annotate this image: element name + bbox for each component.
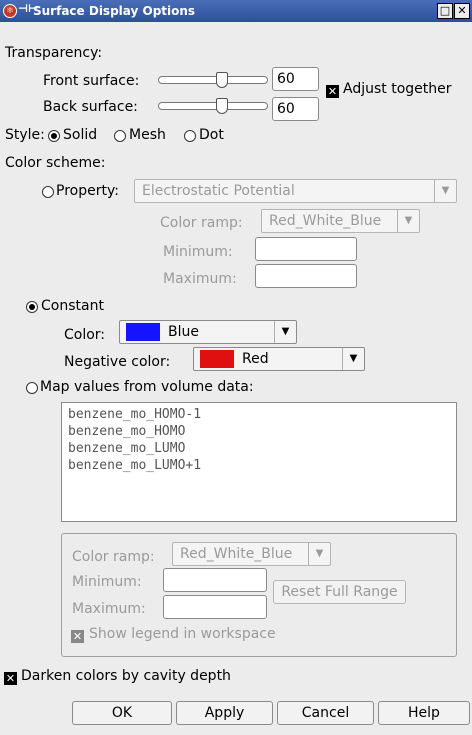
reset-full-range-button[interactable]: Reset Full Range	[273, 580, 406, 604]
property-max-field[interactable]	[255, 264, 357, 288]
map-ramp-dropdown[interactable]: Red_White_Blue ▼	[172, 542, 331, 566]
color-swatch	[126, 323, 160, 341]
help-button[interactable]: Help	[378, 701, 470, 725]
back-surface-value: 60	[277, 101, 295, 117]
chevron-down-icon: ▼	[308, 543, 330, 565]
style-solid-radio[interactable]	[48, 130, 60, 142]
back-surface-label: Back surface:	[43, 99, 138, 115]
constant-radio[interactable]	[26, 301, 38, 313]
color-value: Blue	[168, 324, 199, 340]
list-item[interactable]: benzene_mo_HOMO	[68, 424, 185, 439]
apply-button[interactable]: Apply	[176, 701, 273, 725]
negative-color-value: Red	[242, 351, 269, 367]
front-surface-value: 60	[277, 71, 295, 87]
show-legend-label: Show legend in workspace	[89, 626, 276, 642]
negative-color-dropdown[interactable]: Red ▼	[193, 347, 365, 371]
volume-data-list[interactable]: benzene_mo_HOMO-1 benzene_mo_HOMO benzen…	[61, 402, 457, 522]
chevron-down-icon: ▼	[274, 321, 296, 343]
list-item[interactable]: benzene_mo_HOMO-1	[68, 407, 201, 422]
negative-color-swatch	[200, 350, 234, 368]
close-icon[interactable]: ✕	[454, 3, 470, 19]
style-mesh-radio[interactable]	[114, 130, 126, 142]
front-surface-slider[interactable]	[158, 76, 268, 84]
darken-checkbox[interactable]: ✕	[4, 672, 17, 685]
ok-button[interactable]: OK	[72, 701, 172, 725]
transparency-label: Transparency:	[5, 45, 103, 61]
back-surface-slider-thumb[interactable]	[216, 98, 228, 114]
front-surface-slider-thumb[interactable]	[216, 72, 228, 88]
list-item[interactable]: benzene_mo_LUMO	[68, 441, 185, 456]
map-ramp-value: Red_White_Blue	[180, 546, 293, 562]
title-bar[interactable]: ⚛ ⊣⊢ Surface Display Options □ ✕	[0, 0, 472, 22]
negative-color-label: Negative color:	[64, 354, 171, 370]
map-volume-label: Map values from volume data:	[40, 379, 254, 395]
back-surface-slider[interactable]	[158, 102, 268, 110]
style-solid-label: Solid	[63, 127, 98, 143]
property-ramp-value: Red_White_Blue	[269, 213, 382, 229]
color-scheme-label: Color scheme:	[5, 155, 106, 171]
property-min-label: Minimum:	[163, 244, 233, 260]
window-title: Surface Display Options	[33, 4, 196, 18]
chevron-down-icon: ▼	[397, 210, 419, 232]
style-dot-label: Dot	[199, 127, 224, 143]
property-dropdown[interactable]: Electrostatic Potential ▼	[134, 179, 457, 203]
color-dropdown[interactable]: Blue ▼	[119, 320, 297, 344]
style-mesh-label: Mesh	[129, 127, 166, 143]
chevron-down-icon: ▼	[434, 180, 456, 202]
adjust-together-label: Adjust together	[343, 81, 452, 97]
map-options-group: Color ramp: Red_White_Blue ▼ Minimum: Ma…	[61, 533, 457, 657]
front-surface-field[interactable]: 60	[272, 67, 319, 91]
darken-label: Darken colors by cavity depth	[21, 668, 231, 684]
color-label: Color:	[64, 327, 106, 343]
map-max-label: Maximum:	[72, 601, 146, 617]
property-ramp-label: Color ramp:	[160, 215, 243, 231]
property-ramp-dropdown[interactable]: Red_White_Blue ▼	[261, 209, 420, 233]
map-min-field[interactable]	[163, 568, 267, 592]
map-min-label: Minimum:	[72, 574, 142, 590]
back-surface-field[interactable]: 60	[272, 97, 319, 121]
property-max-label: Maximum:	[163, 271, 237, 287]
adjust-together-checkbox[interactable]: ✕	[326, 85, 339, 98]
constant-label: Constant	[41, 298, 104, 314]
list-item[interactable]: benzene_mo_LUMO+1	[68, 458, 201, 473]
property-min-field[interactable]	[255, 237, 357, 261]
map-ramp-label: Color ramp:	[72, 549, 155, 565]
show-legend-checkbox[interactable]: ✕	[71, 630, 84, 643]
property-label: Property:	[56, 183, 119, 199]
style-dot-radio[interactable]	[184, 130, 196, 142]
chevron-down-icon: ▼	[342, 348, 364, 370]
map-max-field[interactable]	[163, 595, 267, 619]
app-icon[interactable]: ⚛	[3, 4, 17, 18]
style-label: Style:	[5, 127, 45, 143]
property-value: Electrostatic Potential	[142, 183, 295, 199]
property-radio[interactable]	[42, 186, 54, 198]
map-volume-radio[interactable]	[26, 382, 38, 394]
maximize-icon[interactable]: □	[437, 3, 453, 19]
front-surface-label: Front surface:	[43, 73, 140, 89]
cancel-button[interactable]: Cancel	[277, 701, 374, 725]
